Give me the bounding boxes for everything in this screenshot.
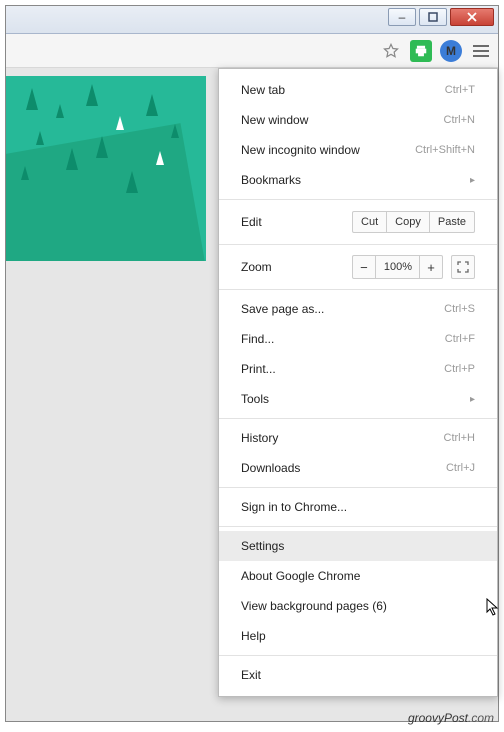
printer-icon: [414, 44, 428, 58]
zoom-level: 100%: [376, 255, 420, 279]
menu-find[interactable]: Find... Ctrl+F: [219, 324, 497, 354]
minimize-button[interactable]: –: [388, 8, 416, 26]
menu-print[interactable]: Print... Ctrl+P: [219, 354, 497, 384]
zoom-in-button[interactable]: +: [419, 255, 443, 279]
menu-separator: [219, 199, 497, 200]
menu-settings[interactable]: Settings: [219, 531, 497, 561]
fullscreen-icon: [457, 261, 469, 273]
menu-new-tab[interactable]: New tab Ctrl+T: [219, 75, 497, 105]
menu-downloads[interactable]: Downloads Ctrl+J: [219, 453, 497, 483]
page-content: New tab Ctrl+T New window Ctrl+N New inc…: [6, 68, 498, 721]
hamburger-icon: [473, 45, 489, 47]
extension-print-button[interactable]: [410, 40, 432, 62]
menu-separator: [219, 487, 497, 488]
watermark: groovyPost.com: [408, 705, 494, 728]
edit-paste-button[interactable]: Paste: [429, 211, 475, 233]
menu-zoom: Zoom − 100% +: [219, 249, 497, 285]
zoom-out-button[interactable]: −: [352, 255, 376, 279]
menu-background-pages[interactable]: View background pages (6): [219, 591, 497, 621]
menu-save-page[interactable]: Save page as... Ctrl+S: [219, 294, 497, 324]
menu-new-window[interactable]: New window Ctrl+N: [219, 105, 497, 135]
menu-about[interactable]: About Google Chrome: [219, 561, 497, 591]
chrome-menu-button[interactable]: [470, 41, 492, 61]
menu-edit: Edit Cut Copy Paste: [219, 204, 497, 240]
menu-bookmarks[interactable]: Bookmarks ▸: [219, 165, 497, 195]
maximize-button[interactable]: [419, 8, 447, 26]
mouse-cursor-icon: [486, 598, 500, 616]
menu-separator: [219, 655, 497, 656]
menu-separator: [219, 418, 497, 419]
star-icon: [383, 43, 399, 59]
submenu-arrow-icon: ▸: [470, 175, 475, 186]
menu-tools[interactable]: Tools ▸: [219, 384, 497, 414]
edit-copy-button[interactable]: Copy: [386, 211, 430, 233]
menu-exit[interactable]: Exit: [219, 660, 497, 690]
menu-new-incognito[interactable]: New incognito window Ctrl+Shift+N: [219, 135, 497, 165]
extension-m-button[interactable]: M: [440, 40, 462, 62]
menu-separator: [219, 289, 497, 290]
menu-label: New tab: [241, 83, 445, 97]
bookmark-star-button[interactable]: [380, 40, 402, 62]
menu-separator: [219, 244, 497, 245]
menu-separator: [219, 526, 497, 527]
maximize-icon: [428, 12, 438, 22]
page-illustration: [6, 76, 206, 261]
browser-toolbar: M: [6, 34, 498, 68]
window-titlebar: –: [6, 6, 498, 34]
menu-history[interactable]: History Ctrl+H: [219, 423, 497, 453]
edit-cut-button[interactable]: Cut: [352, 211, 387, 233]
menu-shortcut: Ctrl+T: [445, 84, 475, 96]
submenu-arrow-icon: ▸: [470, 394, 475, 405]
close-button[interactable]: [450, 8, 494, 26]
fullscreen-button[interactable]: [451, 255, 475, 279]
menu-help[interactable]: Help: [219, 621, 497, 651]
menu-sign-in[interactable]: Sign in to Chrome...: [219, 492, 497, 522]
chrome-main-menu: New tab Ctrl+T New window Ctrl+N New inc…: [218, 68, 498, 697]
close-icon: [467, 12, 477, 22]
